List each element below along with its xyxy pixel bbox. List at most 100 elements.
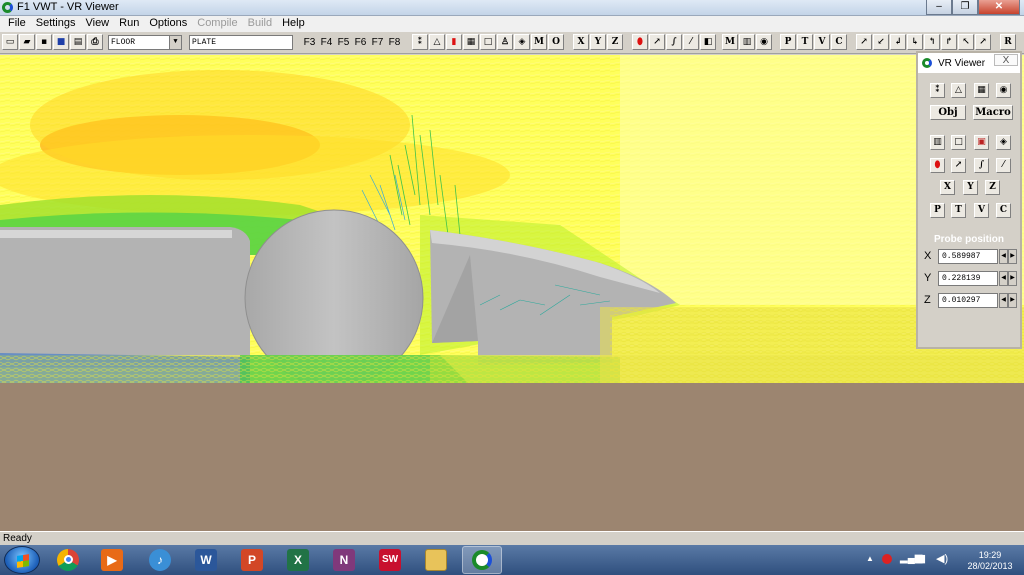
- z-axis-button[interactable]: Z: [607, 34, 623, 50]
- o-button[interactable]: O: [548, 34, 564, 50]
- panel-t-button[interactable]: T: [951, 203, 966, 218]
- open-folder-icon[interactable]: ▰: [19, 34, 35, 50]
- turn-left-icon[interactable]: ↲: [890, 34, 906, 50]
- f5-button[interactable]: F5: [336, 35, 351, 50]
- cube-icon[interactable]: ◈: [996, 135, 1011, 150]
- rotate-sw-icon[interactable]: ↙: [873, 34, 889, 50]
- vector-icon[interactable]: ⁄: [996, 158, 1011, 173]
- film-icon[interactable]: ▥: [739, 34, 755, 50]
- probe-x-decrement-icon[interactable]: ◀: [999, 249, 1008, 264]
- wireframe-icon[interactable]: △: [429, 34, 445, 50]
- probe-x-field[interactable]: 0.589987: [938, 249, 998, 264]
- object-combo[interactable]: FLOOR ▼: [108, 35, 182, 50]
- clock[interactable]: 19:29 28/02/2013: [962, 550, 1018, 572]
- probe-icon[interactable]: ⁑: [930, 83, 945, 98]
- streamline-icon[interactable]: ∫: [666, 34, 682, 50]
- show-hidden-icons-icon[interactable]: ▲: [866, 554, 874, 563]
- chevron-down-icon[interactable]: ▼: [169, 36, 181, 49]
- panel-p-button[interactable]: P: [930, 203, 945, 218]
- grid-icon[interactable]: ▦: [463, 34, 479, 50]
- bucket-icon[interactable]: ♙: [497, 34, 513, 50]
- probe-z-decrement-icon[interactable]: ◀: [999, 293, 1008, 308]
- arrow-icon[interactable]: ↗: [951, 158, 966, 173]
- panel-z-button[interactable]: Z: [985, 180, 1000, 195]
- f7-button[interactable]: F7: [370, 35, 385, 50]
- turn-right-icon[interactable]: ↳: [907, 34, 923, 50]
- menu-help[interactable]: Help: [277, 16, 310, 32]
- rotate-ne-alt-icon[interactable]: ↗: [975, 34, 991, 50]
- f4-button[interactable]: F4: [319, 35, 334, 50]
- excel-icon[interactable]: X: [278, 546, 318, 574]
- x-axis-button[interactable]: X: [573, 34, 589, 50]
- itunes-icon[interactable]: ♪: [140, 546, 180, 574]
- security-alert-icon[interactable]: [882, 554, 892, 564]
- probe-y-decrement-icon[interactable]: ◀: [999, 271, 1008, 286]
- v-view-button[interactable]: V: [814, 34, 830, 50]
- rotate-nw-icon[interactable]: ↖: [958, 34, 974, 50]
- explorer-icon[interactable]: [416, 546, 456, 574]
- turn-up-alt-icon[interactable]: ↱: [941, 34, 957, 50]
- camera-icon[interactable]: ◉: [756, 34, 772, 50]
- streamline-icon[interactable]: ∫: [974, 158, 989, 173]
- marker-icon[interactable]: ▮: [446, 34, 462, 50]
- t-view-button[interactable]: T: [797, 34, 813, 50]
- probe-icon[interactable]: ⁑: [412, 34, 428, 50]
- restore-button[interactable]: ❐: [952, 0, 978, 15]
- minimize-button[interactable]: –: [926, 0, 952, 15]
- reset-button[interactable]: R: [1000, 34, 1016, 50]
- menu-view[interactable]: View: [80, 16, 114, 32]
- start-button[interactable]: [4, 546, 40, 574]
- panel-title-bar[interactable]: VR Viewer X: [918, 53, 1020, 73]
- red-marker-icon[interactable]: ⬮: [632, 34, 648, 50]
- word-icon[interactable]: W: [186, 546, 226, 574]
- probe-y-field[interactable]: 0.228139: [938, 271, 998, 286]
- macro-m-button[interactable]: M: [722, 34, 738, 50]
- panel-x-button[interactable]: X: [940, 180, 955, 195]
- f8-button[interactable]: F8: [387, 35, 402, 50]
- camera-icon[interactable]: ◉: [996, 83, 1011, 98]
- arrow-icon[interactable]: ↗: [649, 34, 665, 50]
- media-player-icon[interactable]: ▶: [92, 546, 132, 574]
- menu-file[interactable]: File: [3, 16, 31, 32]
- menu-run[interactable]: Run: [114, 16, 144, 32]
- rotate-ne-icon[interactable]: ↗: [856, 34, 872, 50]
- wireframe-icon[interactable]: △: [951, 83, 966, 98]
- solid-icon[interactable]: ◧: [700, 34, 716, 50]
- vector-icon[interactable]: ⁄: [683, 34, 699, 50]
- probe-y-increment-icon[interactable]: ▶: [1008, 271, 1017, 286]
- menu-options[interactable]: Options: [144, 16, 192, 32]
- new-file-icon[interactable]: ▭: [2, 34, 18, 50]
- panel-c-button[interactable]: C: [996, 203, 1011, 218]
- probe-z-increment-icon[interactable]: ▶: [1008, 293, 1017, 308]
- panel-close-button[interactable]: X: [994, 54, 1018, 66]
- volume-icon[interactable]: ◀): [936, 552, 948, 565]
- onenote-icon[interactable]: N: [324, 546, 364, 574]
- probe-x-increment-icon[interactable]: ▶: [1008, 249, 1017, 264]
- box-icon[interactable]: □: [480, 34, 496, 50]
- record-icon[interactable]: ▣: [974, 135, 989, 150]
- film-icon[interactable]: ▥: [930, 135, 945, 150]
- f3-button[interactable]: F3: [302, 35, 317, 50]
- p-view-button[interactable]: P: [780, 34, 796, 50]
- f6-button[interactable]: F6: [353, 35, 368, 50]
- menu-settings[interactable]: Settings: [31, 16, 81, 32]
- battery-icon[interactable]: ▮: [920, 552, 926, 565]
- vr-viewport[interactable]: [0, 55, 1024, 531]
- m-button[interactable]: M: [531, 34, 547, 50]
- c-view-button[interactable]: C: [831, 34, 847, 50]
- document-icon[interactable]: ▤: [70, 34, 86, 50]
- grid-icon[interactable]: ▦: [974, 83, 989, 98]
- vr-viewer-icon[interactable]: [462, 546, 502, 574]
- close-button[interactable]: ✕: [978, 0, 1020, 15]
- print-icon[interactable]: ⎙: [87, 34, 103, 50]
- type-field[interactable]: PLATE: [189, 35, 293, 50]
- panel-y-button[interactable]: Y: [963, 180, 978, 195]
- turn-up-icon[interactable]: ↰: [924, 34, 940, 50]
- red-marker-icon[interactable]: ⬮: [930, 158, 945, 173]
- chrome-icon[interactable]: [48, 546, 88, 574]
- solidworks-icon[interactable]: SW: [370, 546, 410, 574]
- cube-icon[interactable]: ◈: [514, 34, 530, 50]
- y-axis-button[interactable]: Y: [590, 34, 606, 50]
- panel-v-button[interactable]: V: [974, 203, 989, 218]
- obj-button[interactable]: Obj: [930, 105, 966, 120]
